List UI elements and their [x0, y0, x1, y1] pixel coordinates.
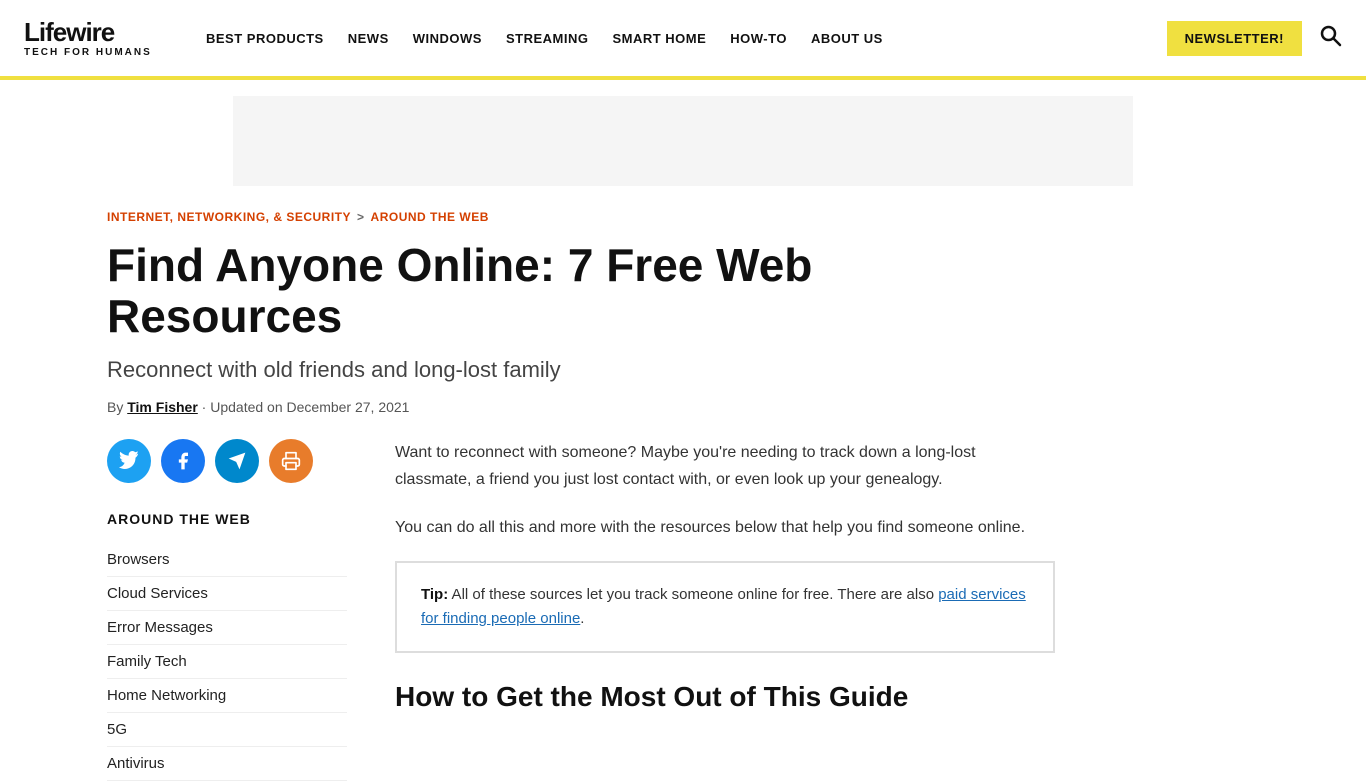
print-button[interactable] [269, 439, 313, 483]
page-wrapper: INTERNET, NETWORKING, & SECURITY > AROUN… [83, 96, 1283, 781]
search-button[interactable] [1318, 23, 1342, 53]
nav-item-how-to[interactable]: HOW-TO [720, 23, 797, 54]
breadcrumb-separator: > [357, 210, 365, 224]
site-header: Lifewire TECH FOR HUMANS BEST PRODUCTS N… [0, 0, 1366, 80]
sidebar-item-cloud-services[interactable]: Cloud Services [107, 577, 347, 611]
intro-paragraph-2: You can do all this and more with the re… [395, 514, 1055, 541]
sidebar-item-family-tech[interactable]: Family Tech [107, 645, 347, 679]
share-twitter-button[interactable] [107, 439, 151, 483]
breadcrumb: INTERNET, NETWORKING, & SECURITY > AROUN… [107, 210, 1259, 224]
logo-tagline: TECH FOR HUMANS [24, 47, 164, 58]
logo-text: Lifewire [24, 19, 164, 45]
article-title: Find Anyone Online: 7 Free Web Resources [107, 240, 1047, 341]
telegram-icon [227, 451, 247, 471]
sidebar-item-browsers[interactable]: Browsers [107, 543, 347, 577]
logo-area[interactable]: Lifewire TECH FOR HUMANS [24, 19, 164, 58]
nav-item-streaming[interactable]: STREAMING [496, 23, 599, 54]
sidebar-item-5g[interactable]: 5G [107, 713, 347, 747]
ad-banner [233, 96, 1133, 186]
sidebar-nav-list: Browsers Cloud Services Error Messages F… [107, 543, 347, 781]
article-meta: By Tim Fisher · Updated on December 27, … [107, 399, 1259, 415]
breadcrumb-current[interactable]: AROUND THE WEB [371, 210, 489, 224]
intro-paragraph-1: Want to reconnect with someone? Maybe yo… [395, 439, 1055, 493]
meta-by: By [107, 399, 123, 415]
tip-label: Tip: [421, 586, 448, 603]
newsletter-button[interactable]: NEWSLETTER! [1167, 21, 1302, 56]
sidebar-item-home-networking[interactable]: Home Networking [107, 679, 347, 713]
search-icon [1318, 23, 1342, 47]
author-link[interactable]: Tim Fisher [127, 399, 198, 415]
sidebar-item-error-messages[interactable]: Error Messages [107, 611, 347, 645]
sidebar-item-antivirus[interactable]: Antivirus [107, 747, 347, 781]
tip-box: Tip: All of these sources let you track … [395, 561, 1055, 653]
breadcrumb-parent[interactable]: INTERNET, NETWORKING, & SECURITY [107, 210, 351, 224]
print-icon [281, 451, 301, 471]
tip-body: All of these sources let you track someo… [448, 586, 938, 603]
twitter-icon [119, 451, 139, 471]
meta-updated: · Updated on December 27, 2021 [202, 399, 410, 415]
tip-end: . [580, 610, 584, 627]
sidebar-section-title: AROUND THE WEB [107, 511, 347, 527]
social-buttons [107, 439, 347, 483]
nav-item-smart-home[interactable]: SMART HOME [602, 23, 716, 54]
main-content: Want to reconnect with someone? Maybe yo… [395, 439, 1055, 713]
main-nav: BEST PRODUCTS NEWS WINDOWS STREAMING SMA… [196, 23, 1155, 54]
share-telegram-button[interactable] [215, 439, 259, 483]
tip-text: Tip: All of these sources let you track … [421, 583, 1029, 631]
section-heading: How to Get the Most Out of This Guide [395, 681, 1055, 713]
nav-item-about-us[interactable]: ABOUT US [801, 23, 893, 54]
article-subtitle: Reconnect with old friends and long-lost… [107, 357, 827, 383]
nav-item-windows[interactable]: WINDOWS [403, 23, 492, 54]
facebook-icon [173, 451, 193, 471]
nav-item-news[interactable]: NEWS [338, 23, 399, 54]
sidebar: AROUND THE WEB Browsers Cloud Services E… [107, 439, 347, 781]
share-facebook-button[interactable] [161, 439, 205, 483]
content-area: AROUND THE WEB Browsers Cloud Services E… [107, 439, 1259, 781]
nav-item-best-products[interactable]: BEST PRODUCTS [196, 23, 334, 54]
